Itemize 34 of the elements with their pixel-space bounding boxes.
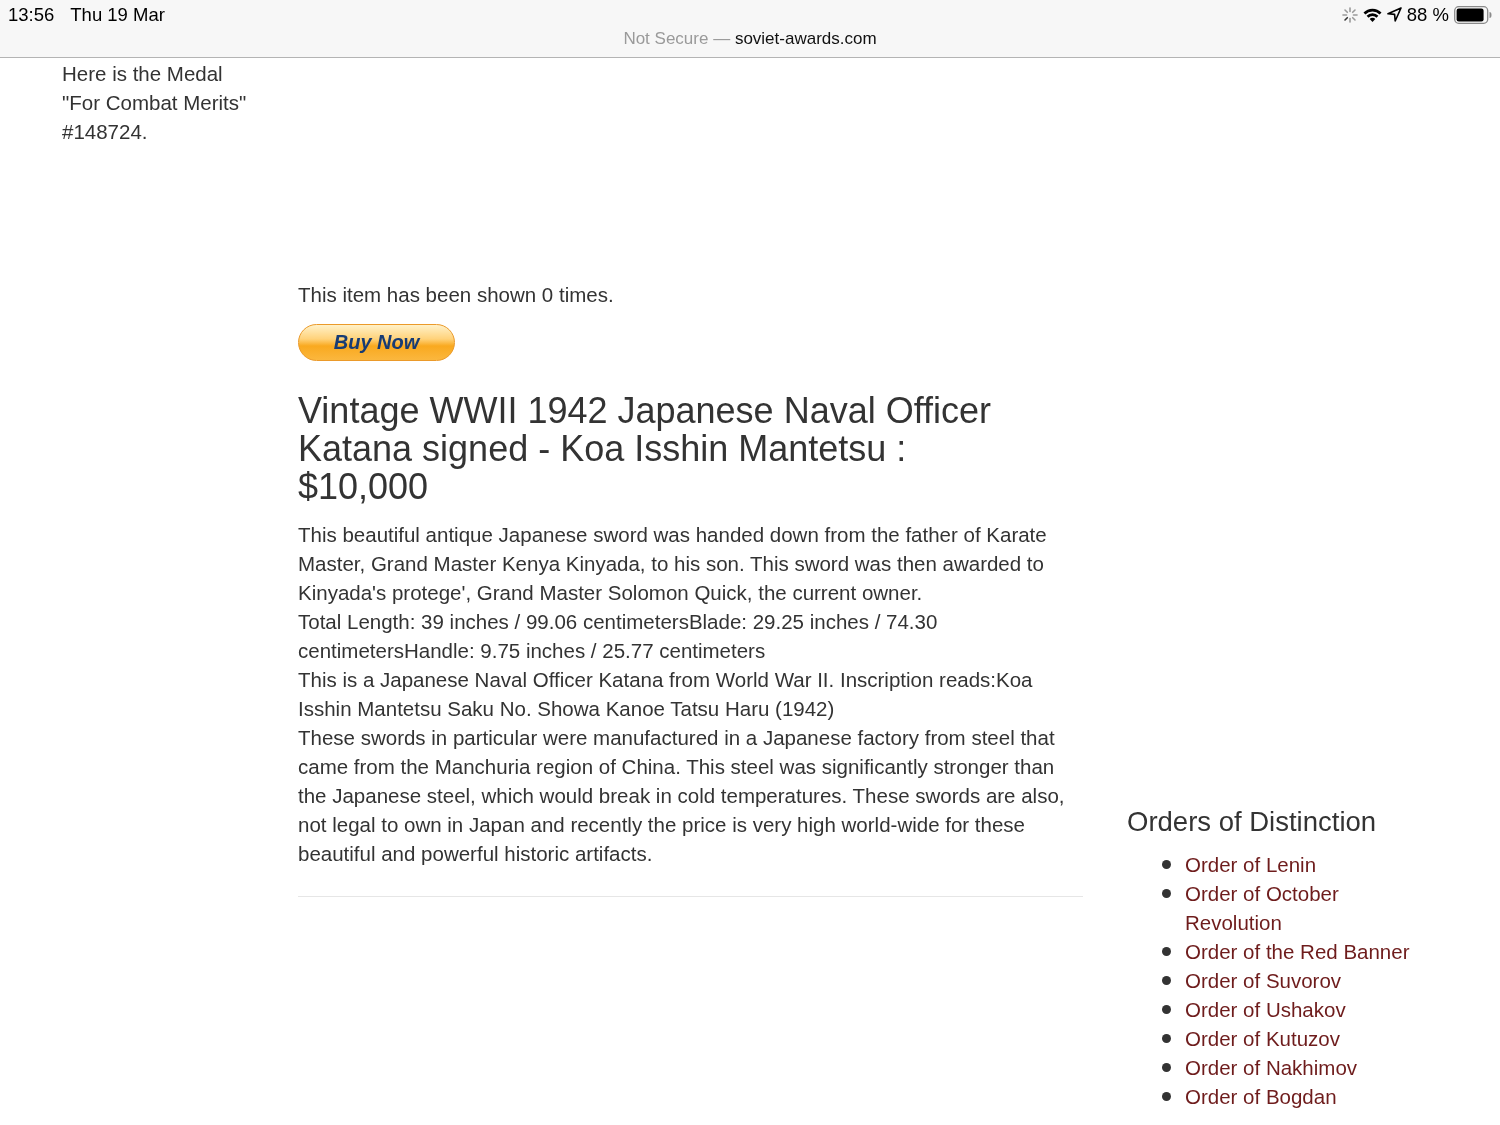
order-link[interactable]: Order of the Red Banner (1185, 937, 1435, 966)
security-label: Not Secure — (623, 29, 731, 48)
url-text[interactable]: soviet-awards.com (734, 29, 877, 48)
description-paragraph: This is a Japanese Naval Officer Katana from World War II. Inscription reads:Koa Isshin Mantetsu Saku No. Showa Kanoe Tatsu Haru (1942) (298, 667, 1034, 722)
order-link[interactable]: Order of Suvorov (1185, 966, 1435, 995)
view-count-text: This item has been shown 0 times. (298, 282, 615, 308)
order-link[interactable]: Order of Lenin (1185, 850, 1435, 879)
buy-now-button[interactable]: Buy Now (298, 324, 455, 361)
description-paragraph: These swords in particular were manufactured in a Japanese factory from steel that came from the Manchuria region of China. This steel was significantly stronger than the Japanese steel, which would break in cold temperatures. These swords are also, not legal to own in Japan and recently the price is very high world-wide for these beautiful and powerful historic artifacts. (298, 725, 1066, 867)
bullet-icon (1162, 860, 1171, 869)
bullet-icon (1162, 947, 1171, 956)
bullet-icon (1162, 1092, 1171, 1101)
order-link[interactable]: Order of October Revolution (1185, 879, 1435, 937)
description-paragraph: Total Length: 39 inches / 99.06 centimetersBlade: 29.25 inches / 74.30 centimetersHandle: 9.75 inches / 25.77 centimeters (298, 609, 939, 664)
bullet-icon (1162, 889, 1171, 898)
location-arrow-icon (1386, 7, 1402, 22)
wifi-icon (1362, 7, 1382, 22)
battery-icon (1454, 5, 1492, 24)
order-link[interactable]: Order of Ushakov (1185, 995, 1435, 1024)
bullet-icon (1162, 1034, 1171, 1043)
status-time: 13:56 (8, 3, 55, 27)
medal-caption: Here is the Medal "For Combat Merits" #148724. (62, 61, 248, 145)
activity-spinner-icon (1341, 6, 1358, 23)
order-link[interactable]: Order of Nakhimov (1185, 1053, 1435, 1082)
battery-percent: 88 % (1406, 3, 1449, 27)
bullet-icon (1162, 1005, 1171, 1014)
order-link[interactable]: Order of Kutuzov (1185, 1024, 1435, 1053)
description-paragraph: This beautiful antique Japanese sword was handed down from the father of Karate Master, Grand Master Kenya Kinyada, to his son. This sword was then awarded to Kinyada's protege', Grand Master Solomon Quick, the current owner. (298, 522, 1048, 606)
listing-title: Vintage WWII 1942 Japanese Naval Officer Katana signed - Koa Isshin Mantetsu : $10,000 (298, 392, 993, 506)
sidebar-heading: Orders of Distinction (1127, 806, 1378, 837)
status-date: Thu 19 Mar (70, 3, 165, 27)
order-link[interactable]: Order of Bogdan (1185, 1082, 1435, 1111)
bullet-icon (1162, 1063, 1171, 1072)
bullet-icon (1162, 976, 1171, 985)
